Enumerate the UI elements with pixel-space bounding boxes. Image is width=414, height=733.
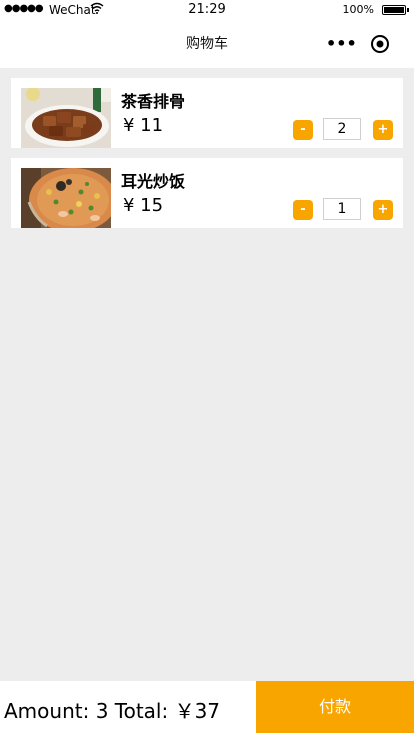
- quantity-field[interactable]: 1: [323, 198, 361, 220]
- nav-bar: 购物车 •••: [0, 20, 414, 68]
- battery-tip: [407, 8, 409, 12]
- status-bar: ●●●●● WeChat 21:29 100%: [0, 0, 414, 20]
- cart-item: 茶香排骨 ¥ 11 - 2 +: [11, 78, 403, 148]
- checkout-bar: Amount: 3 Total: ￥37 付款: [0, 681, 414, 733]
- increase-quantity-button[interactable]: +: [373, 200, 393, 220]
- item-price: ¥ 15: [123, 195, 164, 216]
- battery-icon: [382, 5, 406, 15]
- battery-percent: 100%: [342, 3, 374, 16]
- item-price: ¥ 11: [123, 115, 164, 136]
- quantity-field[interactable]: 2: [323, 118, 361, 140]
- decrease-quantity-button[interactable]: -: [293, 200, 313, 220]
- item-name: 耳光炒饭: [121, 172, 186, 191]
- braised-ribs-photo: [21, 88, 111, 148]
- decrease-quantity-button[interactable]: -: [293, 120, 313, 140]
- pay-button[interactable]: 付款: [256, 681, 414, 733]
- close-miniprogram-icon[interactable]: [370, 34, 390, 54]
- more-options-button[interactable]: •••: [326, 34, 357, 54]
- increase-quantity-button[interactable]: +: [373, 120, 393, 140]
- cart-item: 耳光炒饭 ¥ 15 - 1 +: [11, 158, 403, 228]
- order-summary: Amount: 3 Total: ￥37: [4, 699, 221, 723]
- cart-list: 茶香排骨 ¥ 11 - 2 + 耳光炒饭 ¥ 15 - 1 +: [11, 78, 403, 238]
- fried-rice-photo: [21, 168, 111, 228]
- item-name: 茶香排骨: [121, 92, 186, 111]
